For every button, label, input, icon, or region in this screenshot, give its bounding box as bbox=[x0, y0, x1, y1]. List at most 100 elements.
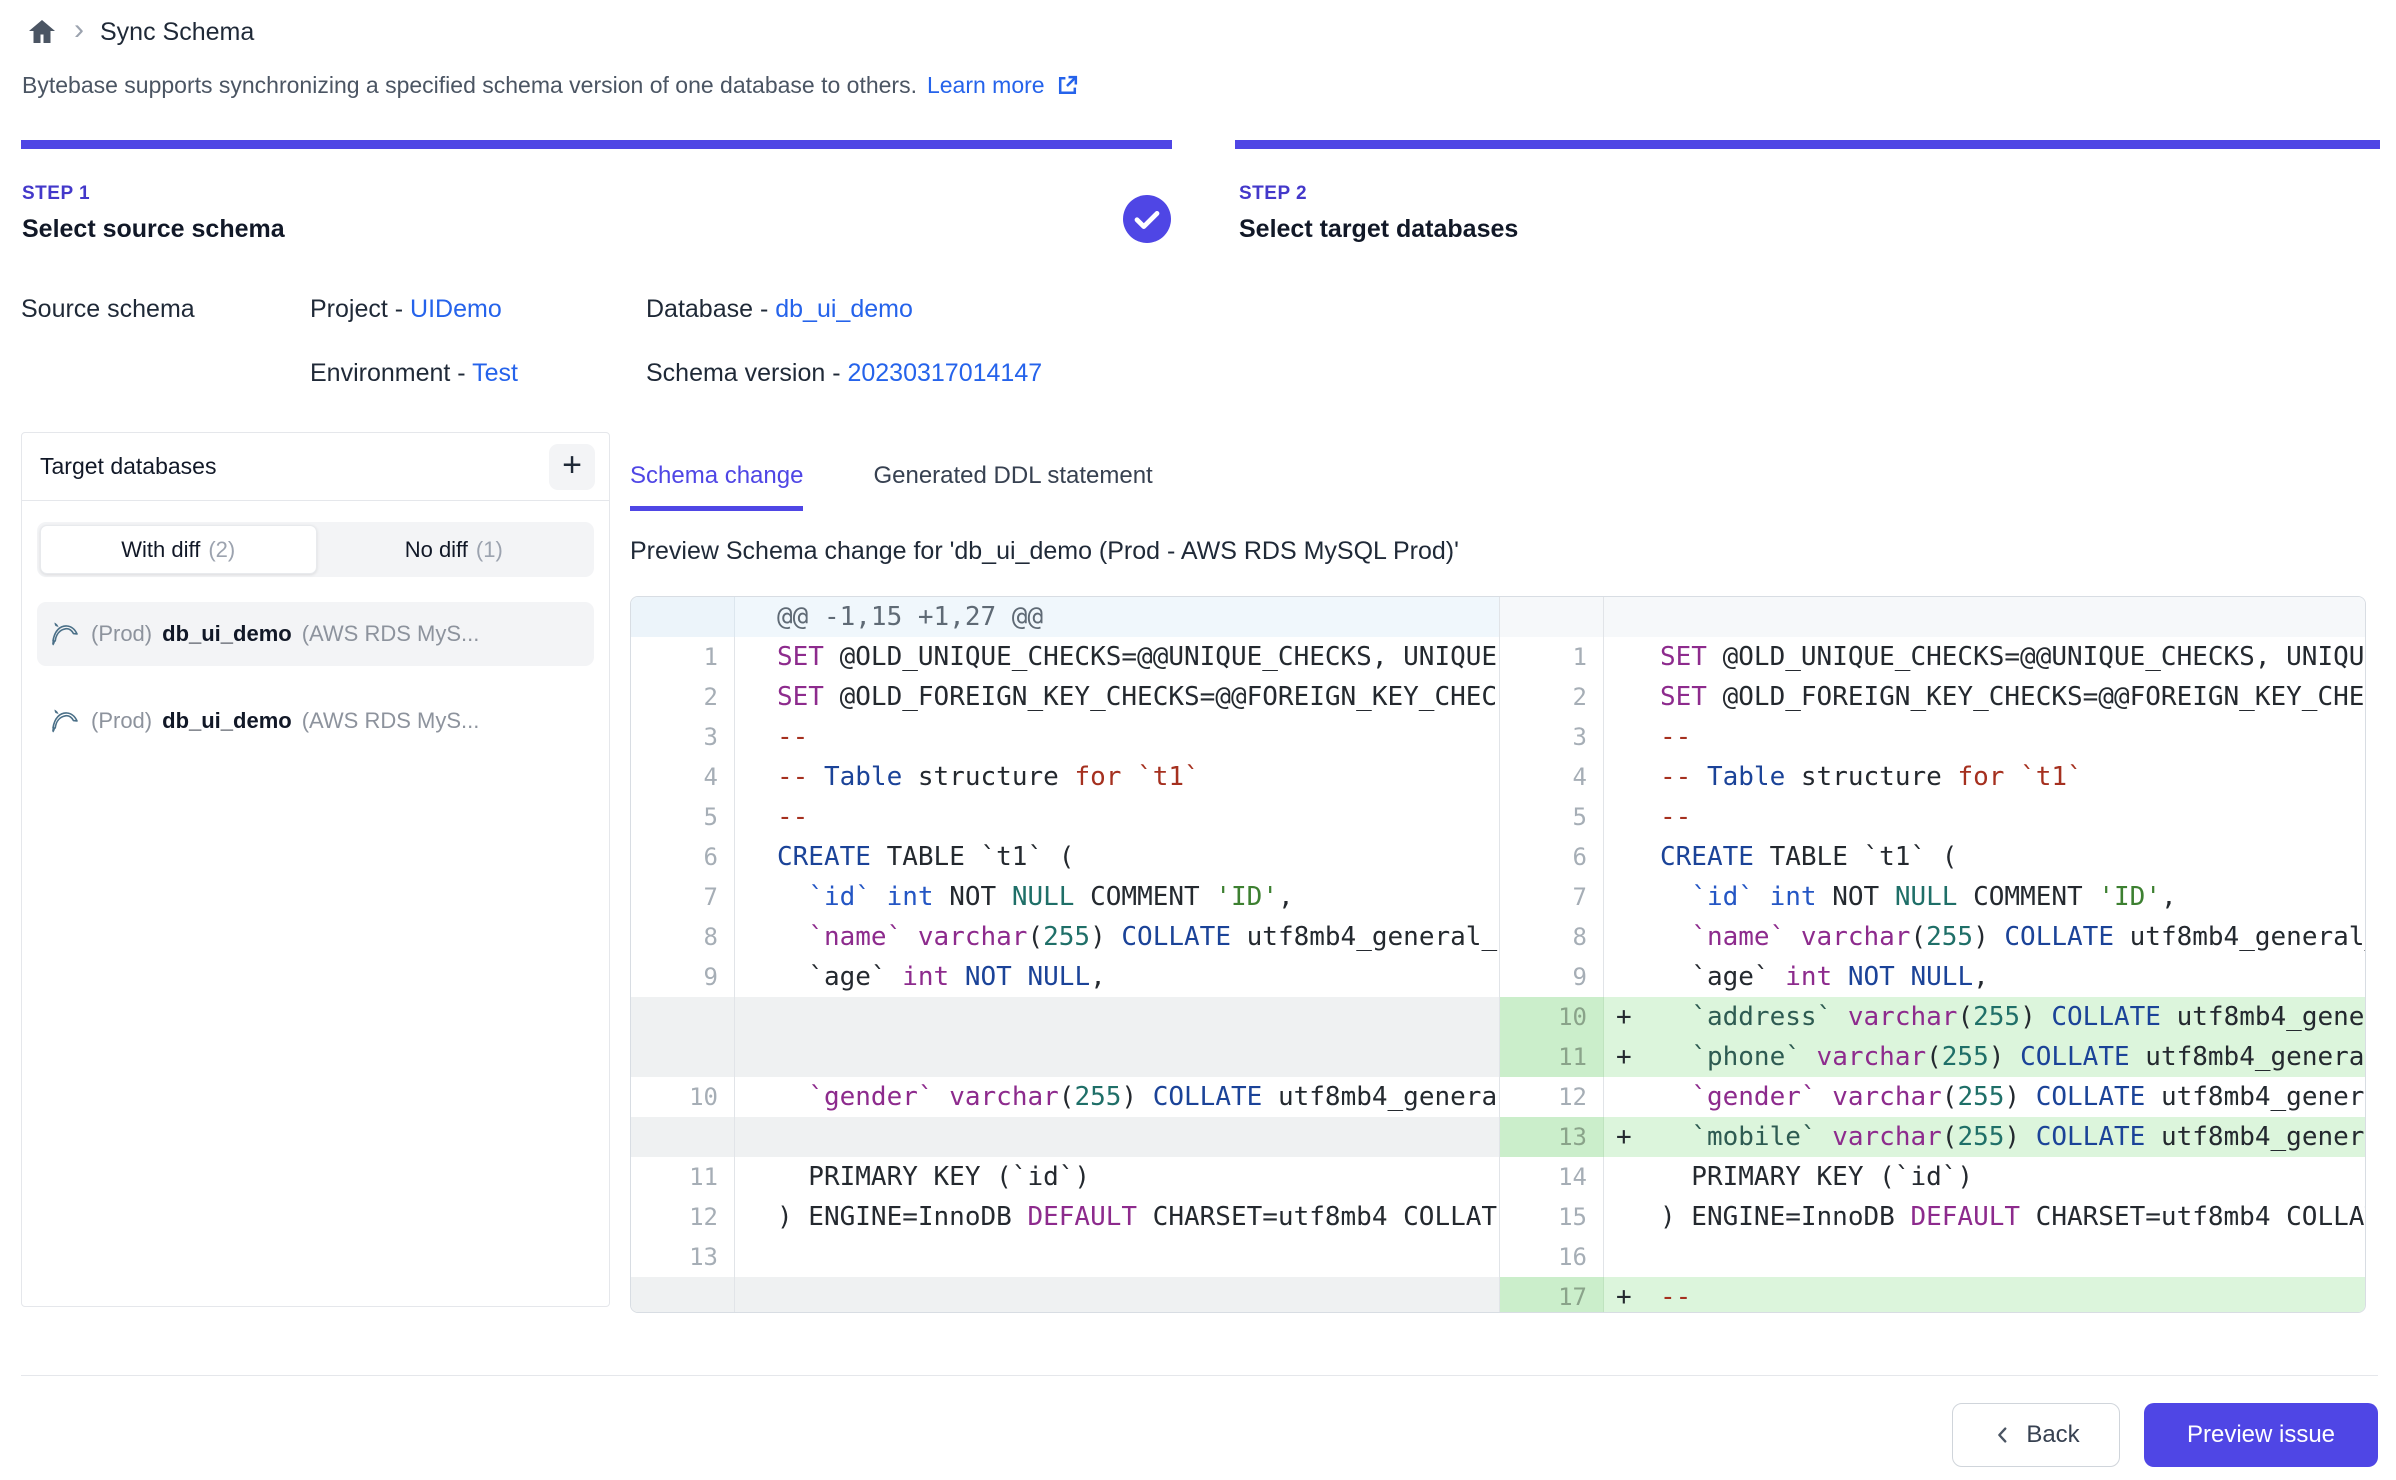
code-line: `name` varchar(255) COLLATE utf8mb4_gene… bbox=[735, 917, 1499, 957]
db-name: db_ui_demo bbox=[162, 621, 292, 647]
code-line: `gender` varchar(255) COLLATE utf8mb4_ge… bbox=[1604, 1077, 2365, 1117]
add-target-database-button[interactable]: + bbox=[549, 444, 595, 490]
line-marker bbox=[747, 757, 777, 797]
step1-title: Select source schema bbox=[22, 215, 285, 244]
line-number: 3 bbox=[631, 717, 735, 757]
schema-diff-viewer[interactable]: @@ -1,15 +1,27 @@1 SET @OLD_UNIQUE_CHECK… bbox=[630, 596, 2366, 1313]
step1-progress-bar bbox=[21, 140, 1172, 149]
line-number: 10 bbox=[631, 1077, 735, 1117]
description-text: Bytebase supports synchronizing a specif… bbox=[22, 72, 917, 99]
line-marker bbox=[747, 837, 777, 877]
code-line: -- bbox=[1604, 717, 2365, 757]
mysql-dolphin-icon bbox=[49, 705, 81, 737]
line-number bbox=[631, 1117, 735, 1157]
environment-link[interactable]: Test bbox=[472, 359, 518, 387]
added-line-marker: + bbox=[1616, 1117, 1660, 1157]
diff-row: 11 PRIMARY KEY (`id`) bbox=[631, 1157, 1499, 1197]
line-number: 1 bbox=[1500, 637, 1604, 677]
code-line: ) ENGINE=InnoDB DEFAULT CHARSET=utf8mb4 … bbox=[1604, 1197, 2365, 1237]
code-line: `age` int NOT NULL, bbox=[1604, 957, 2365, 997]
line-number bbox=[631, 597, 735, 637]
code-line: `id` int NOT NULL COMMENT 'ID', bbox=[735, 877, 1499, 917]
database-link[interactable]: db_ui_demo bbox=[775, 295, 913, 323]
line-number: 2 bbox=[1500, 677, 1604, 717]
line-number: 5 bbox=[1500, 797, 1604, 837]
diff-row: 9 `age` int NOT NULL, bbox=[1500, 957, 2365, 997]
mysql-dolphin-icon bbox=[49, 618, 81, 650]
page-title: Sync Schema bbox=[100, 18, 254, 47]
line-number bbox=[631, 997, 735, 1037]
db-environment: (Prod) bbox=[91, 708, 152, 734]
source-environment-field: Environment - Test bbox=[310, 359, 518, 388]
list-item-database-1[interactable]: (Prod) db_ui_demo (AWS RDS MyS... bbox=[37, 602, 594, 666]
diff-row-placeholder bbox=[631, 997, 1499, 1037]
line-number: 12 bbox=[631, 1197, 735, 1237]
line-number: 7 bbox=[1500, 877, 1604, 917]
line-marker bbox=[747, 717, 777, 757]
code-line: -- Table structure for `t1` bbox=[735, 757, 1499, 797]
project-link[interactable]: UIDemo bbox=[410, 295, 502, 323]
diff-row: 16 bbox=[1500, 1237, 2365, 1277]
line-marker bbox=[747, 1237, 777, 1277]
line-number: 2 bbox=[631, 677, 735, 717]
line-marker bbox=[1616, 917, 1660, 957]
line-number bbox=[1500, 597, 1604, 637]
line-marker bbox=[1616, 957, 1660, 997]
line-marker bbox=[1616, 1157, 1660, 1197]
diff-row: 6 CREATE TABLE `t1` ( bbox=[631, 837, 1499, 877]
diff-row: 5 -- bbox=[631, 797, 1499, 837]
hunk-header: @@ -1,15 +1,27 @@ bbox=[735, 597, 1499, 637]
code-line: -- Table structure for `t1` bbox=[1604, 757, 2365, 797]
back-button-label: Back bbox=[2026, 1421, 2079, 1449]
code-line bbox=[735, 1237, 1499, 1277]
preview-issue-button[interactable]: Preview issue bbox=[2144, 1403, 2378, 1467]
line-number: 1 bbox=[631, 637, 735, 677]
line-number: 7 bbox=[631, 877, 735, 917]
code-line: `gender` varchar(255) COLLATE utf8mb4_ge… bbox=[735, 1077, 1499, 1117]
line-number: 6 bbox=[631, 837, 735, 877]
tab-with-diff[interactable]: With diff (2) bbox=[40, 525, 317, 574]
tab-schema-change[interactable]: Schema change bbox=[630, 462, 803, 511]
diff-row: 5 -- bbox=[1500, 797, 2365, 837]
back-button[interactable]: Back bbox=[1952, 1403, 2120, 1467]
line-number: 10 bbox=[1500, 997, 1604, 1037]
diff-row: 1 SET @OLD_UNIQUE_CHECKS=@@UNIQUE_CHECKS… bbox=[1500, 637, 2365, 677]
line-marker bbox=[1616, 1237, 1660, 1277]
diff-row-placeholder bbox=[631, 1117, 1499, 1157]
diff-row: 2 SET @OLD_FOREIGN_KEY_CHECKS=@@FOREIGN_… bbox=[631, 677, 1499, 717]
code-line bbox=[735, 997, 1499, 1037]
source-version-field: Schema version - 20230317014147 bbox=[646, 359, 1042, 388]
schema-version-link[interactable]: 20230317014147 bbox=[847, 359, 1042, 387]
list-item-database-2[interactable]: (Prod) db_ui_demo (AWS RDS MyS... bbox=[37, 689, 594, 753]
breadcrumb-separator-icon: › bbox=[74, 14, 84, 50]
learn-more-link[interactable]: Learn more bbox=[927, 72, 1045, 99]
diff-row: 9 `age` int NOT NULL, bbox=[631, 957, 1499, 997]
diff-row: 10 `gender` varchar(255) COLLATE utf8mb4… bbox=[631, 1077, 1499, 1117]
diff-row-added: 17+-- bbox=[1500, 1277, 2365, 1312]
source-project-field: Project - UIDemo bbox=[310, 295, 502, 324]
code-line: `id` int NOT NULL COMMENT 'ID', bbox=[1604, 877, 2365, 917]
breadcrumb: › Sync Schema bbox=[26, 14, 254, 50]
diff-row: 8 `name` varchar(255) COLLATE utf8mb4_ge… bbox=[1500, 917, 2365, 957]
diff-row: 7 `id` int NOT NULL COMMENT 'ID', bbox=[1500, 877, 2365, 917]
step2-title: Select target databases bbox=[1239, 215, 1518, 244]
tab-generated-ddl[interactable]: Generated DDL statement bbox=[873, 462, 1152, 511]
diff-row-added: 11+ `phone` varchar(255) COLLATE utf8mb4… bbox=[1500, 1037, 2365, 1077]
diff-row-added: 13+ `mobile` varchar(255) COLLATE utf8mb… bbox=[1500, 1117, 2365, 1157]
line-number: 12 bbox=[1500, 1077, 1604, 1117]
chevron-left-icon bbox=[1992, 1424, 2014, 1446]
environment-label: Environment - bbox=[310, 359, 472, 387]
db-environment: (Prod) bbox=[91, 621, 152, 647]
line-number: 13 bbox=[1500, 1117, 1604, 1157]
line-marker bbox=[1616, 837, 1660, 877]
home-icon[interactable] bbox=[26, 16, 58, 48]
line-marker bbox=[747, 1157, 777, 1197]
line-marker bbox=[747, 1197, 777, 1237]
step2: STEP 2 Select target databases bbox=[1239, 183, 1518, 244]
step2-progress-bar bbox=[1235, 140, 2380, 149]
no-diff-count: (1) bbox=[476, 537, 503, 563]
diff-filter-segmented-control: With diff (2) No diff (1) bbox=[37, 522, 594, 577]
external-link-icon bbox=[1055, 73, 1080, 98]
tab-no-diff[interactable]: No diff (1) bbox=[317, 525, 592, 574]
diff-row: 4 -- Table structure for `t1` bbox=[631, 757, 1499, 797]
